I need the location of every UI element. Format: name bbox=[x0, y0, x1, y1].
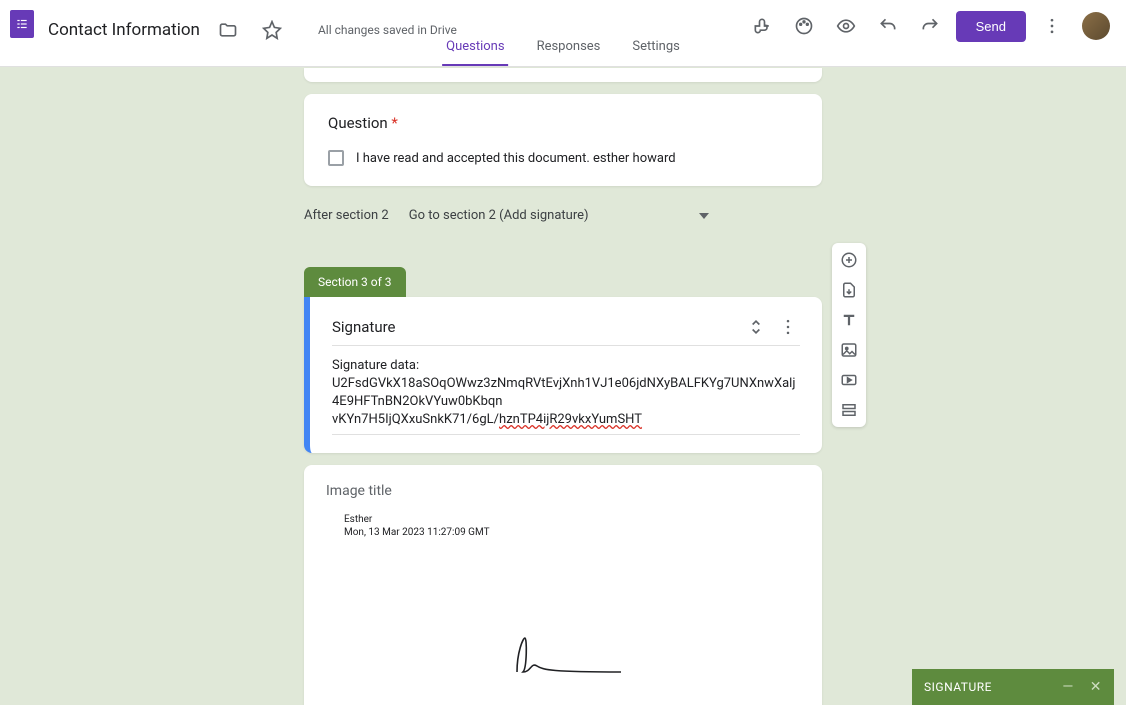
tab-responses[interactable]: Responses bbox=[533, 31, 605, 66]
question-title: Question * bbox=[328, 114, 798, 132]
image-title[interactable]: Image title bbox=[326, 483, 800, 499]
section-title-row: Signature bbox=[332, 315, 800, 346]
image-card[interactable]: Image title Esther Mon, 13 Mar 2023 11:2… bbox=[304, 465, 822, 705]
add-section-icon[interactable] bbox=[835, 399, 863, 421]
toast-minimize-icon[interactable]: — bbox=[1062, 680, 1073, 694]
section-actions bbox=[744, 315, 800, 339]
form-area: Question * I have read and accepted this… bbox=[304, 68, 822, 705]
section-more-icon[interactable] bbox=[776, 315, 800, 339]
signature-icon bbox=[503, 632, 623, 682]
star-icon[interactable] bbox=[256, 14, 288, 46]
app-header: Contact Information All changes saved in… bbox=[0, 0, 1126, 67]
redo-icon[interactable] bbox=[914, 10, 946, 42]
checkbox-icon[interactable] bbox=[328, 150, 344, 166]
signature-name: Esther bbox=[344, 513, 800, 526]
signature-date: Mon, 13 Mar 2023 11:27:09 GMT bbox=[344, 526, 800, 539]
toast-close-icon[interactable]: ✕ bbox=[1090, 680, 1102, 694]
title-area: Contact Information All changes saved in… bbox=[48, 14, 457, 46]
question-title-text: Question bbox=[328, 114, 388, 132]
palette-icon[interactable] bbox=[788, 10, 820, 42]
header-actions: Send bbox=[746, 10, 1110, 42]
section-badge: Section 3 of 3 bbox=[304, 267, 406, 297]
section-nav-label: After section 2 bbox=[304, 208, 389, 223]
add-title-icon[interactable] bbox=[835, 309, 863, 331]
doc-title[interactable]: Contact Information bbox=[48, 20, 200, 40]
section-nav-value: Go to section 2 (Add signature) bbox=[409, 208, 589, 223]
toast-actions: — ✕ bbox=[1062, 680, 1102, 694]
section-title[interactable]: Signature bbox=[332, 318, 396, 336]
section-nav: After section 2 Go to section 2 (Add sig… bbox=[304, 198, 822, 239]
add-question-icon[interactable] bbox=[835, 249, 863, 271]
save-status: All changes saved in Drive bbox=[318, 23, 457, 37]
signature-toast: SIGNATURE — ✕ bbox=[912, 669, 1114, 705]
side-toolbar bbox=[832, 243, 866, 427]
send-button[interactable]: Send bbox=[956, 11, 1026, 42]
tab-questions[interactable]: Questions bbox=[442, 31, 508, 66]
import-question-icon[interactable] bbox=[835, 279, 863, 301]
collapse-icon[interactable] bbox=[744, 315, 768, 339]
question-card[interactable]: Question * I have read and accepted this… bbox=[304, 94, 822, 186]
section-nav-select[interactable]: Go to section 2 (Add signature) bbox=[401, 204, 717, 227]
option-label: I have read and accepted this document. … bbox=[356, 151, 676, 166]
tab-settings[interactable]: Settings bbox=[628, 31, 683, 66]
card-truncated[interactable] bbox=[304, 68, 822, 82]
undo-icon[interactable] bbox=[872, 10, 904, 42]
checkbox-option[interactable]: I have read and accepted this document. … bbox=[328, 150, 798, 166]
add-image-icon[interactable] bbox=[835, 339, 863, 361]
signature-canvas bbox=[326, 547, 800, 705]
toast-label: SIGNATURE bbox=[924, 680, 992, 694]
required-mark: * bbox=[391, 114, 397, 132]
section-card[interactable]: Signature Signature data: U2FsdGVkX18aSO… bbox=[304, 297, 822, 453]
add-video-icon[interactable] bbox=[835, 369, 863, 391]
addon-icon[interactable] bbox=[746, 10, 778, 42]
tabs: Questions Responses Settings bbox=[442, 31, 684, 66]
move-folder-icon[interactable] bbox=[212, 14, 244, 46]
signature-meta: Esther Mon, 13 Mar 2023 11:27:09 GMT bbox=[344, 513, 800, 539]
signature-data-value[interactable]: U2FsdGVkX18aSOqOWwz3zNmqRVtEvjXnh1VJ1e06… bbox=[332, 375, 800, 435]
form-canvas: Question * I have read and accepted this… bbox=[0, 67, 1126, 705]
preview-icon[interactable] bbox=[830, 10, 862, 42]
forms-logo bbox=[10, 10, 34, 38]
avatar[interactable] bbox=[1082, 12, 1110, 40]
more-icon[interactable] bbox=[1036, 10, 1068, 42]
chevron-down-icon bbox=[699, 213, 709, 219]
signature-data-label: Signature data: bbox=[332, 358, 800, 373]
